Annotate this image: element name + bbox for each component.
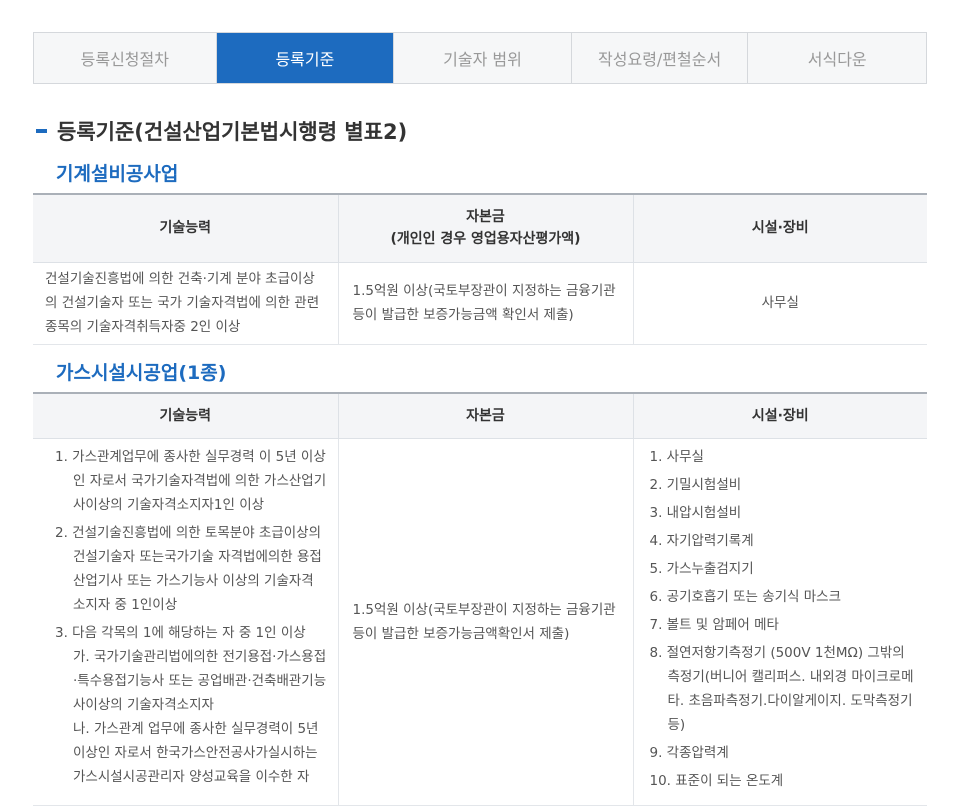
mechanical-criteria-table: 기술능력 자본금 (개인인 경우 영업용자산평가액) 시설·장비 건설기술진흥법에… (33, 193, 927, 345)
tech-cell: 건설기술진흥법에 의한 건축·기계 분야 초급이상의 건설기술자 또는 국가 기… (33, 261, 339, 345)
tab-bar: 등록신청절차 등록기준 기술자 범위 작성요령/편철순서 서식다운 (33, 32, 927, 84)
tab-writing-guide[interactable]: 작성요령/편철순서 (572, 33, 749, 83)
header-tech: 기술능력 (33, 393, 339, 439)
section-title-gas: 가스시설시공업(1종) (56, 362, 227, 384)
list-item: 3. 다음 각목의 1에 해당하는 자 중 1인 이상 가. 국가기술관리법에의… (55, 624, 327, 785)
page-title-wrap: 등록기준(건설산업기본법시행령 별표2) (36, 116, 407, 146)
equipment-list: 1. 사무실 2. 기밀시험설비 3. 내압시험설비 4. 자기압력기록계 5.… (650, 445, 918, 793)
gas-criteria-table: 기술능력 자본금 시설·장비 1. 가스관계업무에 종사한 실무경력 이 5년 … (33, 392, 927, 806)
list-item: 2. 기밀시험설비 (649, 476, 742, 493)
header-capital: 자본금 (337, 393, 634, 439)
header-equipment: 시설·장비 (632, 194, 927, 263)
list-item: 10. 표준이 되는 온도계 (649, 772, 784, 789)
equipment-cell: 1. 사무실 2. 기밀시험설비 3. 내압시험설비 4. 자기압력기록계 5.… (632, 437, 927, 806)
list-item: 1. 사무실 (649, 448, 704, 465)
tab-technician-scope[interactable]: 기술자 범위 (394, 33, 572, 83)
table-row: 건설기술진흥법에 의한 건축·기계 분야 초급이상의 건설기술자 또는 국가 기… (33, 261, 927, 345)
list-item: 6. 공기호흡기 또는 송기식 마스크 (649, 588, 842, 605)
equipment-cell: 사무실 (632, 261, 927, 345)
capital-cell: 1.5억원 이상(국토부장관이 지정하는 금융기관 등이 발급한 보증가능금액 … (337, 261, 634, 345)
header-tech: 기술능력 (33, 194, 339, 263)
table-row: 1. 가스관계업무에 종사한 실무경력 이 5년 이상인 자로서 국가기술자격법… (33, 437, 927, 806)
tech-list: 1. 가스관계업무에 종사한 실무경력 이 5년 이상인 자로서 국가기술자격법… (55, 445, 328, 789)
page-title: 등록기준(건설산업기본법시행령 별표2) (57, 120, 408, 144)
tech-cell: 1. 가스관계업무에 종사한 실무경력 이 5년 이상인 자로서 국가기술자격법… (33, 437, 339, 806)
section-title-mechanical: 기계설비공사업 (56, 163, 179, 185)
capital-cell: 1.5억원 이상(국토부장관이 지정하는 금융기관 등이 발급한 보증가능금액확… (337, 437, 634, 806)
list-item: 7. 볼트 및 암페어 메타 (649, 616, 779, 633)
tab-form-download[interactable]: 서식다운 (748, 33, 926, 83)
list-item: 5. 가스누출검지기 (649, 560, 754, 577)
list-item: 2. 건설기술진흥법에 의한 토목분야 초급이상의 건설기술자 또는국가기술 자… (55, 524, 322, 613)
tab-registration-procedure[interactable]: 등록신청절차 (34, 33, 217, 83)
list-item: 9. 각종압력계 (649, 744, 729, 761)
title-bullet-icon (36, 129, 47, 133)
list-item: 1. 가스관계업무에 종사한 실무경력 이 5년 이상인 자로서 국가기술자격법… (55, 448, 327, 513)
list-item: 8. 절연저항기측정기 (500V 1천MΩ) 그밖의 측정기(버니어 캘리퍼스… (649, 644, 914, 733)
list-item: 3. 내압시험설비 (649, 504, 742, 521)
header-capital-label: 자본금 (466, 209, 505, 226)
tab-registration-criteria[interactable]: 등록기준 (216, 33, 395, 83)
header-capital: 자본금 (개인인 경우 영업용자산평가액) (337, 194, 634, 263)
header-capital-note: (개인인 경우 영업용자산평가액) (390, 231, 581, 248)
header-equipment: 시설·장비 (632, 393, 927, 439)
list-item: 4. 자기압력기록계 (649, 532, 754, 549)
